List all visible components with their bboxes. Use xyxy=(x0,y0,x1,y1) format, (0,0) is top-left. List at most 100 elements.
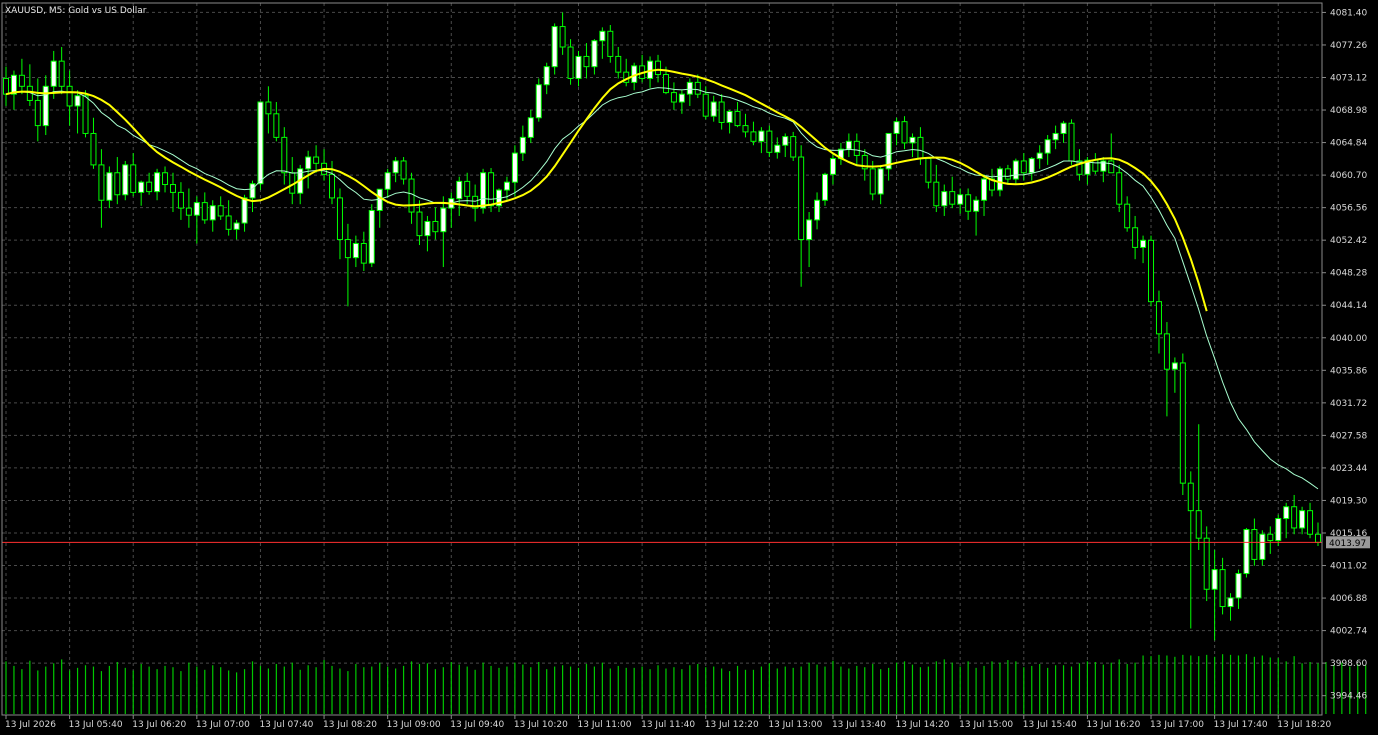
y-tick-label: 4056.56 xyxy=(1330,204,1367,214)
y-tick-label: 4023.44 xyxy=(1330,464,1367,474)
y-tick-label: 4040.00 xyxy=(1330,334,1367,344)
candle-body-bull xyxy=(1243,529,1250,575)
candle-body-bull xyxy=(551,26,558,68)
candle-body-bear xyxy=(82,95,89,134)
candle-body-bear xyxy=(869,168,876,195)
x-tick-label: 13 Jul 17:40 xyxy=(1214,720,1268,730)
x-tick-label: 13 Jul 13:00 xyxy=(768,720,822,730)
x-tick-label: 13 Jul 09:00 xyxy=(387,720,441,730)
candle-body-bull xyxy=(806,219,813,241)
y-tick-label: 3994.46 xyxy=(1330,692,1367,702)
x-tick-label: 13 Jul 17:00 xyxy=(1150,720,1204,730)
candle-body-bull xyxy=(996,168,1003,191)
x-tick-label: 13 Jul 08:20 xyxy=(323,720,377,730)
candle-body-bull xyxy=(392,160,399,174)
candle-body-bear xyxy=(1251,529,1258,560)
candle-body-bear xyxy=(1307,510,1314,535)
candle-body-bull xyxy=(503,181,510,191)
candle-body-bull xyxy=(1235,573,1242,599)
candle-body-bull xyxy=(527,117,534,138)
candle-body-bull xyxy=(726,110,733,123)
candle-body-bear xyxy=(408,178,415,213)
candle-body-bull xyxy=(154,172,161,193)
candle-body-bear xyxy=(853,140,860,156)
candle-body-bull xyxy=(893,121,900,134)
candle-body-bear xyxy=(1187,482,1194,512)
candle-body-bear xyxy=(66,85,73,107)
candle-body-bull xyxy=(1227,597,1234,608)
candle-body-bull xyxy=(1036,152,1043,160)
candle-body-bear xyxy=(607,30,614,57)
candle-body-bear xyxy=(3,77,9,95)
y-tick-label: 4068.98 xyxy=(1330,106,1367,116)
candle-body-bull xyxy=(575,55,582,79)
y-tick-label: 4031.72 xyxy=(1330,399,1367,409)
y-tick-label: 4027.58 xyxy=(1330,431,1367,441)
candle-body-bull xyxy=(845,140,852,150)
price-tag-label: 4013.97 xyxy=(1329,539,1366,549)
x-tick-label: 13 Jul 11:00 xyxy=(578,720,632,730)
candle-body-bull xyxy=(909,136,916,144)
chart-title: XAUUSD, M5: Gold vs US Dollar xyxy=(5,6,147,16)
candle-body-bull xyxy=(305,156,312,170)
candle-body-bull xyxy=(829,158,836,175)
candle-body-bull xyxy=(50,60,57,87)
candle-body-bear xyxy=(798,156,805,241)
candle-body-bull xyxy=(710,101,717,117)
candle-body-bear xyxy=(34,99,41,127)
candle-body-bear xyxy=(734,110,741,127)
candle-body-bull xyxy=(686,81,693,95)
candle-body-bear xyxy=(925,158,932,183)
candle-body-bear xyxy=(790,136,797,158)
candle-body-bear xyxy=(90,132,97,166)
candle-body-bull xyxy=(599,30,606,42)
candle-body-bear xyxy=(18,74,25,87)
candle-body-bull xyxy=(241,197,248,224)
y-tick-label: 4060.70 xyxy=(1330,171,1367,181)
candle-body-bull xyxy=(678,93,685,103)
candle-body-bull xyxy=(957,194,964,205)
x-tick-label: 13 Jul 16:20 xyxy=(1086,720,1140,730)
x-tick-label: 13 Jul 13:40 xyxy=(832,720,886,730)
candle-body-bull xyxy=(456,180,463,200)
candle-body-bear xyxy=(225,215,232,230)
candle-body-bear xyxy=(329,173,336,199)
candle-body-bull xyxy=(122,164,129,196)
candle-body-bull xyxy=(233,222,240,230)
candle-body-bear xyxy=(201,202,208,221)
candle-body-bear xyxy=(162,172,169,186)
candle-body-bull xyxy=(1044,139,1051,154)
candle-body-bull xyxy=(424,220,431,237)
candle-body-bear xyxy=(1124,203,1131,229)
candle-body-bear xyxy=(98,164,105,201)
y-tick-label: 4064.84 xyxy=(1330,139,1367,149)
candle-body-bear xyxy=(488,172,495,207)
x-tick-label: 13 Jul 12:20 xyxy=(705,720,759,730)
candle-body-bull xyxy=(1275,518,1282,542)
candle-body-bull xyxy=(368,209,375,264)
chart-canvas[interactable]: 4081.40 4077.26 4073.12 4068.98 4064.84 4060.… xyxy=(0,0,1378,735)
current-price-tag: 4013.97 xyxy=(1326,536,1370,549)
candle-body-bull xyxy=(877,168,884,195)
candle-body-bear xyxy=(567,46,574,79)
candle-body-bull xyxy=(973,199,980,212)
candle-body-bull xyxy=(384,172,391,190)
candle-body-bear xyxy=(933,181,940,207)
candle-body-bear xyxy=(1163,333,1170,370)
candle-body-bear xyxy=(662,74,669,94)
y-tick-label: 4044.14 xyxy=(1330,301,1367,311)
candle-body-bull xyxy=(774,144,781,153)
candle-body-bear xyxy=(265,101,272,115)
chart-window[interactable]: 4081.40 4077.26 4073.12 4068.98 4064.84 4060.… xyxy=(0,0,1378,735)
y-tick-label: 4002.74 xyxy=(1330,627,1367,637)
candle-body-bear xyxy=(583,55,590,68)
x-tick-label: 13 Jul 15:00 xyxy=(959,720,1013,730)
candle-body-bear xyxy=(1116,172,1123,205)
candle-body-bear xyxy=(1315,533,1321,543)
candle-body-bull xyxy=(74,95,81,107)
candle-body-bear xyxy=(1020,160,1027,174)
x-tick-label: 13 Jul 05:40 xyxy=(69,720,123,730)
y-tick-label: 3998.60 xyxy=(1330,659,1367,669)
candle-body-bear xyxy=(1108,160,1115,174)
candle-body-bull xyxy=(106,172,113,201)
